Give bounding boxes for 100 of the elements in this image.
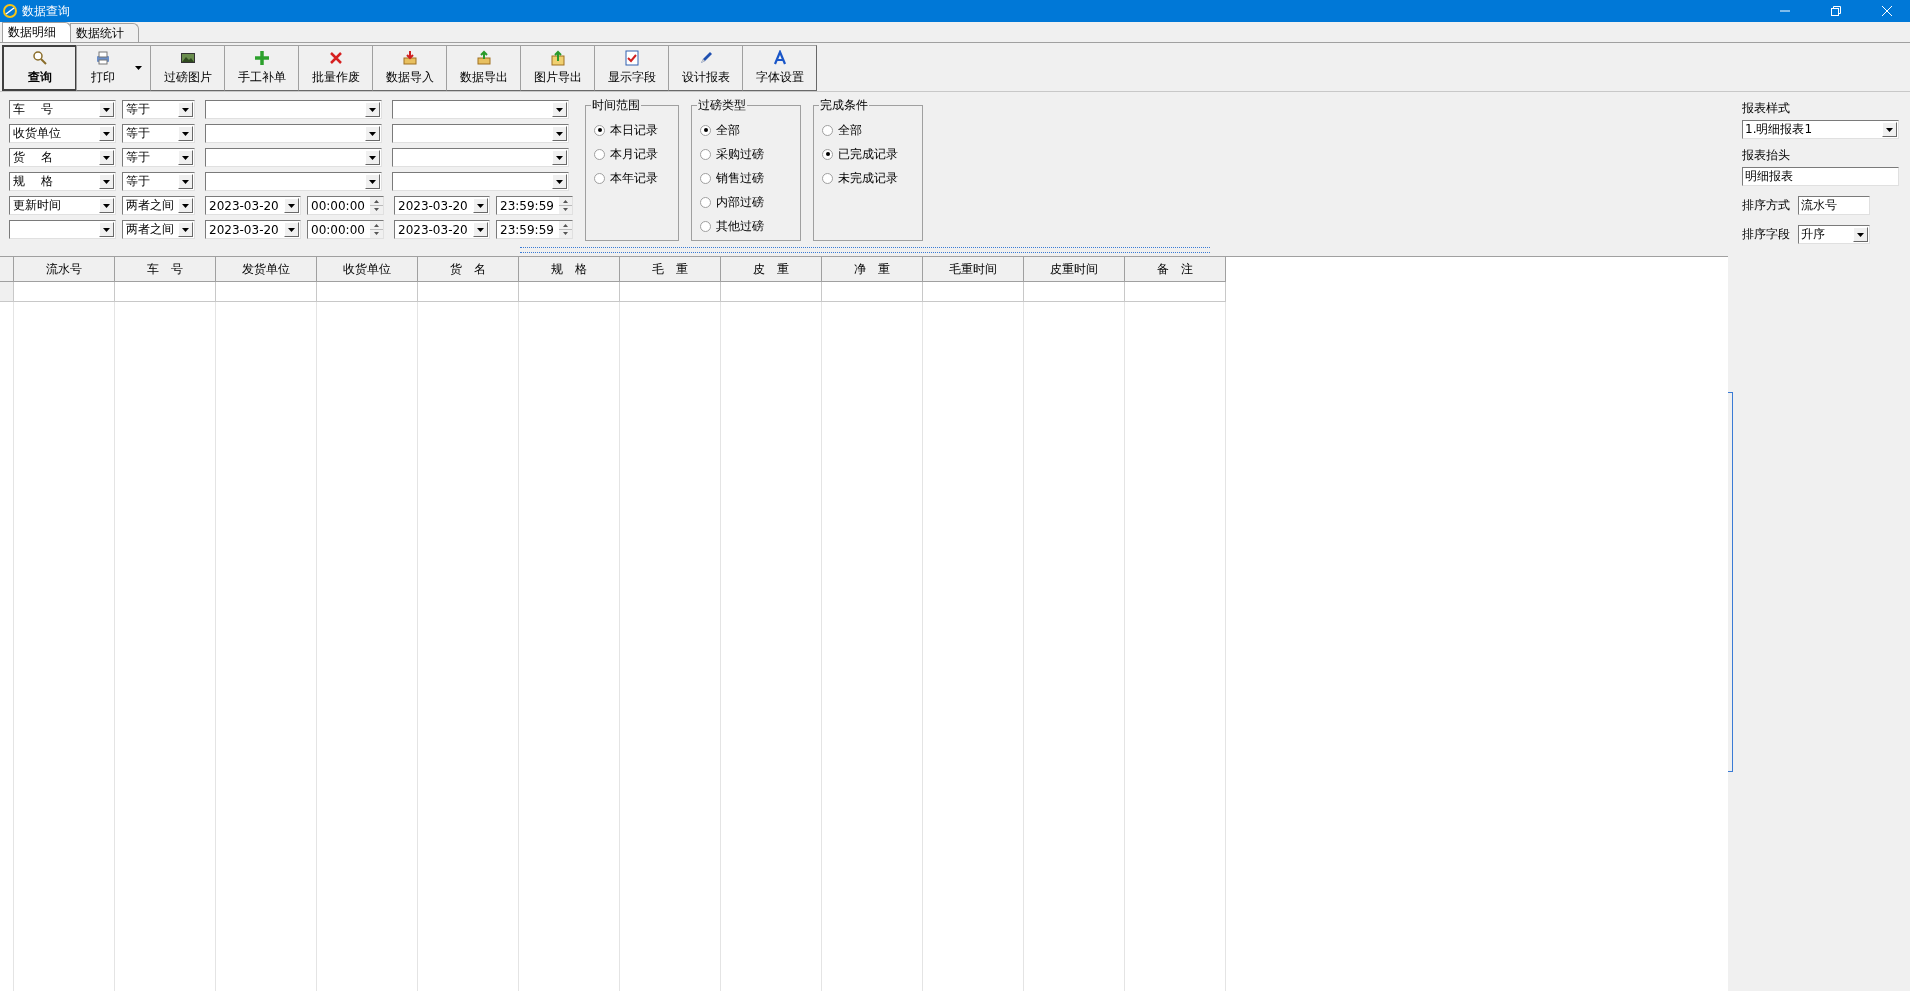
dropdown-button[interactable] xyxy=(99,126,114,141)
dropdown-button[interactable] xyxy=(99,102,114,117)
field-dropdown[interactable] xyxy=(9,220,116,239)
report-style-dropdown[interactable]: 1.明细报表1 xyxy=(1742,120,1899,139)
radio-button[interactable] xyxy=(594,172,605,184)
toolbar-button[interactable]: 数据导出 xyxy=(446,45,521,91)
table-cell[interactable] xyxy=(620,282,721,302)
dropdown-button[interactable] xyxy=(178,198,193,213)
dropdown-button[interactable] xyxy=(552,126,567,141)
date-picker[interactable]: 2023-03-20 xyxy=(394,196,490,215)
radio-button[interactable] xyxy=(700,148,711,160)
field-dropdown[interactable]: 更新时间 xyxy=(9,196,116,215)
column-header[interactable]: 车 号 xyxy=(115,257,216,282)
toolbar-button[interactable]: 查询 xyxy=(2,45,77,91)
date-picker[interactable]: 2023-03-20 xyxy=(205,220,301,239)
splitter-handle[interactable] xyxy=(520,247,1210,253)
field-dropdown[interactable]: 货 名 xyxy=(9,148,116,167)
table-cell[interactable] xyxy=(14,282,115,302)
operator-dropdown[interactable]: 等于 xyxy=(122,148,195,167)
dropdown-button[interactable] xyxy=(99,222,114,237)
radio-label[interactable]: 本日记录 xyxy=(610,121,658,139)
radio-label[interactable]: 本年记录 xyxy=(610,169,658,187)
time-field[interactable]: 00:00:00 xyxy=(307,196,384,215)
radio-button[interactable] xyxy=(822,148,833,160)
radio-label[interactable]: 全部 xyxy=(838,121,862,139)
time-field[interactable]: 00:00:00 xyxy=(307,220,384,239)
dropdown-button[interactable] xyxy=(552,150,567,165)
radio-button[interactable] xyxy=(594,148,605,160)
value-dropdown[interactable] xyxy=(205,148,382,167)
sort-field-dropdown[interactable]: 升序 xyxy=(1798,225,1870,244)
splitter-handle[interactable] xyxy=(1728,392,1733,772)
toolbar-button[interactable]: 显示字段 xyxy=(594,45,669,91)
toolbar-button[interactable]: 设计报表 xyxy=(668,45,743,91)
toolbar-button[interactable]: 数据导入 xyxy=(372,45,447,91)
column-header[interactable]: 收货单位 xyxy=(317,257,418,282)
radio-button[interactable] xyxy=(700,220,711,232)
dropdown-button[interactable] xyxy=(284,222,299,237)
value-dropdown[interactable] xyxy=(392,124,569,143)
sort-method-field[interactable]: 流水号 xyxy=(1798,196,1870,215)
dropdown-button[interactable] xyxy=(365,126,380,141)
radio-button[interactable] xyxy=(594,124,605,136)
column-header[interactable]: 规 格 xyxy=(519,257,620,282)
column-header[interactable]: 毛重时间 xyxy=(923,257,1024,282)
dropdown-button[interactable] xyxy=(365,174,380,189)
field-dropdown[interactable]: 车 号 xyxy=(9,100,116,119)
operator-dropdown[interactable]: 两者之间 xyxy=(122,196,195,215)
table-cell[interactable] xyxy=(519,282,620,302)
dropdown-button[interactable] xyxy=(473,198,488,213)
table-cell[interactable] xyxy=(721,282,822,302)
tab[interactable]: 数据统计 xyxy=(70,23,139,42)
dropdown-button[interactable] xyxy=(178,102,193,117)
dropdown-button[interactable] xyxy=(1882,122,1897,137)
radio-button[interactable] xyxy=(700,196,711,208)
radio-button[interactable] xyxy=(822,124,833,136)
dropdown-button[interactable] xyxy=(99,174,114,189)
toolbar-button[interactable]: 过磅图片 xyxy=(150,45,225,91)
radio-label[interactable]: 其他过磅 xyxy=(716,217,764,235)
time-field[interactable]: 23:59:59 xyxy=(496,220,573,239)
table-cell[interactable] xyxy=(822,282,923,302)
dropdown-button[interactable] xyxy=(99,198,114,213)
value-dropdown[interactable] xyxy=(205,100,382,119)
column-header[interactable]: 发货单位 xyxy=(216,257,317,282)
radio-label[interactable]: 销售过磅 xyxy=(716,169,764,187)
tab[interactable]: 数据明细 xyxy=(2,22,71,42)
operator-dropdown[interactable]: 等于 xyxy=(122,100,195,119)
table-cell[interactable] xyxy=(216,282,317,302)
radio-button[interactable] xyxy=(700,124,711,136)
dropdown-button[interactable] xyxy=(365,150,380,165)
dropdown-button[interactable] xyxy=(552,174,567,189)
dropdown-button[interactable] xyxy=(178,126,193,141)
value-dropdown[interactable] xyxy=(392,100,569,119)
dropdown-button[interactable] xyxy=(178,150,193,165)
toolbar-button[interactable]: 手工补单 xyxy=(224,45,299,91)
table-cell[interactable] xyxy=(317,282,418,302)
radio-label[interactable]: 采购过磅 xyxy=(716,145,764,163)
operator-dropdown[interactable]: 两者之间 xyxy=(122,220,195,239)
value-dropdown[interactable] xyxy=(392,172,569,191)
toolbar-button[interactable]: 图片导出 xyxy=(520,45,595,91)
radio-button[interactable] xyxy=(822,172,833,184)
table-cell[interactable] xyxy=(1125,282,1226,302)
dropdown-button[interactable] xyxy=(1853,227,1868,242)
column-header[interactable]: 货 名 xyxy=(418,257,519,282)
date-picker[interactable]: 2023-03-20 xyxy=(394,220,490,239)
dropdown-button[interactable] xyxy=(284,198,299,213)
column-header[interactable]: 流水号 xyxy=(14,257,115,282)
table-cell[interactable] xyxy=(418,282,519,302)
dropdown-button[interactable] xyxy=(99,150,114,165)
table-cell[interactable] xyxy=(115,282,216,302)
radio-label[interactable]: 内部过磅 xyxy=(716,193,764,211)
dropdown-button[interactable] xyxy=(473,222,488,237)
table-cell[interactable] xyxy=(1024,282,1125,302)
dropdown-button[interactable] xyxy=(178,222,193,237)
operator-dropdown[interactable]: 等于 xyxy=(122,172,195,191)
dropdown-button[interactable] xyxy=(552,102,567,117)
field-dropdown[interactable]: 规 格 xyxy=(9,172,116,191)
date-picker[interactable]: 2023-03-20 xyxy=(205,196,301,215)
column-header[interactable]: 皮重时间 xyxy=(1024,257,1125,282)
radio-label[interactable]: 本月记录 xyxy=(610,145,658,163)
time-field[interactable]: 23:59:59 xyxy=(496,196,573,215)
radio-label[interactable]: 未完成记录 xyxy=(838,169,898,187)
